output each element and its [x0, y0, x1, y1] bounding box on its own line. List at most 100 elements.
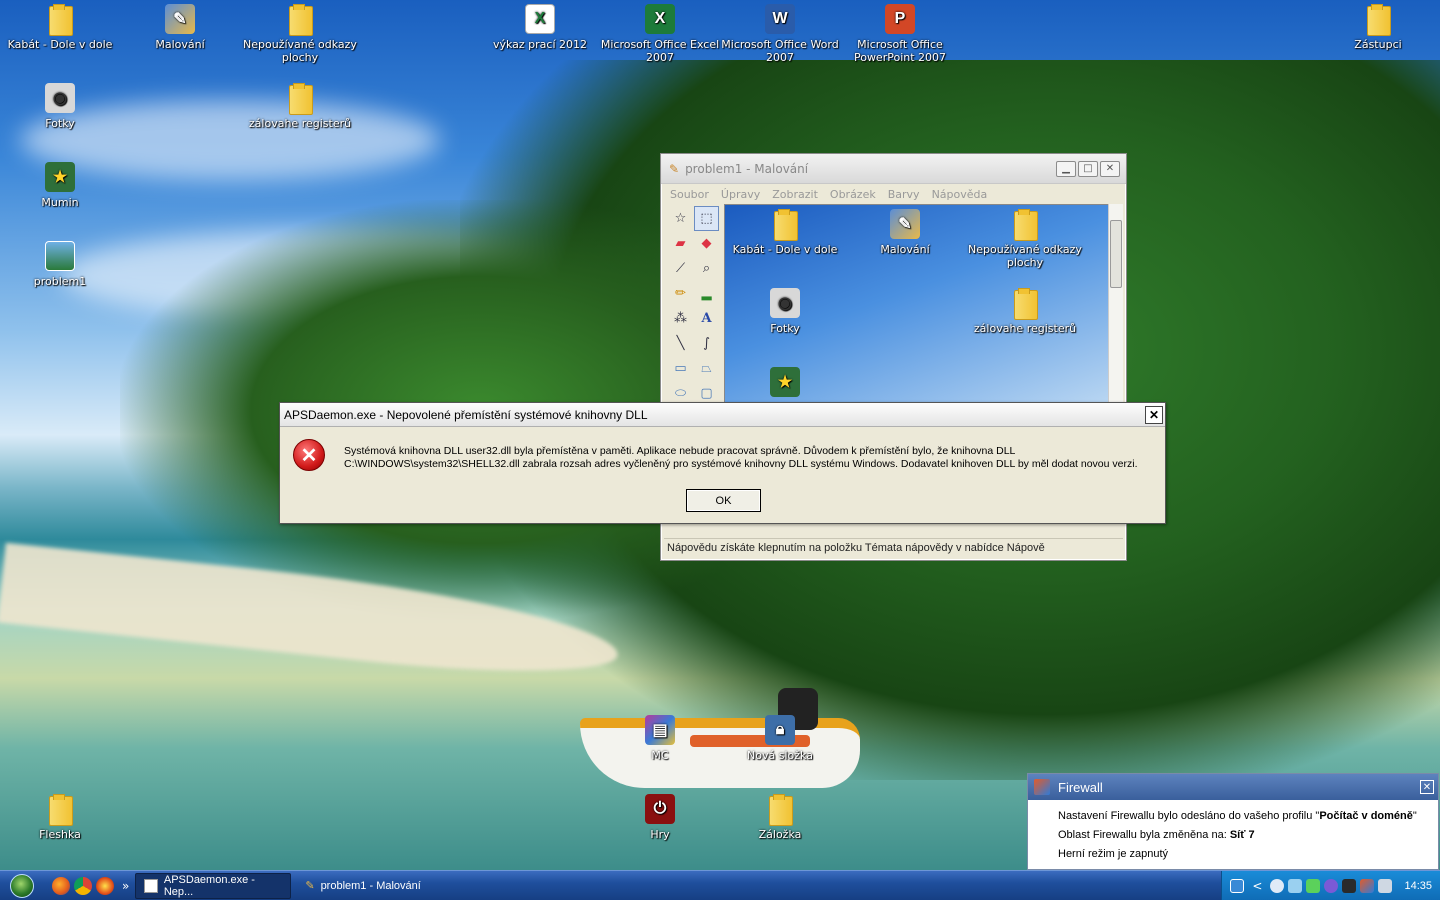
desktop-icon-word[interactable]: W Microsoft Office Word 2007: [720, 4, 840, 64]
desktop-icon-label: Fotky: [45, 117, 75, 130]
desktop-icon-label: zálovahe registerů: [248, 117, 352, 130]
menu-obrazek[interactable]: Obrázek: [830, 188, 876, 201]
taskbar-item-apsdaemon[interactable]: APSDaemon.exe - Nep...: [135, 872, 292, 899]
camera-icon: ◉: [45, 83, 75, 113]
error-dialog-close-button[interactable]: ✕: [1145, 405, 1163, 424]
rectangle-icon[interactable]: ▭: [668, 356, 693, 381]
eraser-icon[interactable]: ▰: [668, 231, 693, 256]
chrome-icon[interactable]: [74, 876, 92, 895]
menu-napoveda[interactable]: Nápověda: [932, 188, 988, 201]
canvas-icon-kabat: Kabát - Dole v dole: [725, 209, 845, 256]
canvas-icon-label: Malování: [880, 243, 930, 256]
desktop-icon-label: Nová složka: [747, 749, 813, 762]
airbrush-icon[interactable]: ⁂: [668, 306, 693, 331]
start-button[interactable]: [0, 871, 44, 900]
excel-file-icon: X: [525, 4, 555, 34]
curve-icon[interactable]: ∫: [694, 331, 719, 356]
canvas-vertical-scrollbar[interactable]: [1108, 204, 1123, 404]
close-button[interactable]: ✕: [1100, 160, 1120, 177]
desktop-icon-zalovahe[interactable]: zálovahe registerů: [240, 83, 360, 130]
desktop-icon-problem1[interactable]: problem1: [0, 241, 120, 288]
tools-icon[interactable]: [1342, 878, 1357, 893]
desktop-icon-kabat[interactable]: Kabát - Dole v dole: [0, 4, 120, 51]
canvas-icon-label: Nepoužívané odkazy plochy: [968, 243, 1082, 269]
polygon-icon[interactable]: ⏢: [694, 356, 719, 381]
desktop-icon-zastupci[interactable]: Zástupci: [1318, 4, 1438, 51]
browser-icon[interactable]: [96, 876, 114, 895]
desktop-icon-nova-slozka[interactable]: 🔒︎ Nová složka: [720, 715, 840, 762]
desktop-icon-label: výkaz prací 2012: [492, 38, 588, 51]
firewall-notification[interactable]: Firewall ✕ Nastavení Firewallu bylo odes…: [1027, 773, 1439, 870]
free-select-icon[interactable]: ☆: [668, 206, 693, 231]
desktop-icon-nepouzivane[interactable]: Nepoužívané odkazy plochy: [240, 4, 360, 64]
paint-toolbox: ☆ ⬚ ▰ ◆ ⟋ ⌕ ✏ ▂ ⁂ A ╲ ∫ ▭ ⏢ ⬭ ▢: [668, 206, 722, 406]
maximize-button[interactable]: □: [1078, 160, 1098, 177]
desktop-icon-mc[interactable]: ▤ MC: [600, 715, 720, 762]
desktop-icon-label: Microsoft Office Excel 2007: [600, 38, 720, 64]
security-icon[interactable]: [1360, 878, 1375, 893]
paint-icon: ✎: [305, 880, 315, 892]
firefox-icon[interactable]: [52, 876, 70, 895]
sync-icon[interactable]: [1324, 878, 1339, 893]
desktop-icon-excel[interactable]: X Microsoft Office Excel 2007: [600, 4, 720, 64]
firewall-close-button[interactable]: ✕: [1420, 780, 1434, 794]
desktop-icon-zalozka[interactable]: Záložka: [720, 794, 840, 841]
lock-folder-icon: 🔒︎: [765, 715, 795, 745]
desktop-icon-hry[interactable]: ⏻ Hry: [600, 794, 720, 841]
scrollbar-thumb[interactable]: [1110, 220, 1122, 288]
error-icon: ✕: [293, 439, 325, 471]
desktop-icon-vykaz[interactable]: X výkaz prací 2012: [480, 4, 600, 51]
brush-icon[interactable]: ▂: [694, 281, 719, 306]
menu-zobrazit[interactable]: Zobrazit: [772, 188, 818, 201]
camera-icon: ◉: [770, 288, 800, 318]
ok-button[interactable]: OK: [686, 489, 761, 512]
powerpoint-icon: P: [885, 4, 915, 34]
error-dialog-titlebar[interactable]: APSDaemon.exe - Nepovolené přemístění sy…: [280, 403, 1165, 427]
firewall-line-gamemode: Herní režim je zapnutý: [1058, 848, 1169, 860]
tray-expand-button[interactable]: <: [1252, 879, 1262, 893]
desktop-icon-label: problem1: [33, 275, 87, 288]
quicklaunch-more-button[interactable]: »: [122, 879, 129, 893]
menu-soubor[interactable]: Soubor: [670, 188, 709, 201]
eyedropper-icon[interactable]: ⟋: [668, 256, 693, 281]
system-tray: < 14:35: [1221, 870, 1440, 900]
speaker-icon[interactable]: [1378, 878, 1393, 893]
paint-canvas[interactable]: Kabát - Dole v dole ✎ Malování Nepoužíva…: [724, 204, 1111, 404]
taskbar: » APSDaemon.exe - Nep... ✎ problem1 - Ma…: [0, 870, 1440, 900]
excel-icon: X: [645, 4, 675, 34]
star-icon: ★: [45, 162, 75, 192]
paint-titlebar[interactable]: ✎ problem1 - Malování ▁ □ ✕: [661, 154, 1126, 184]
image-icon: [45, 241, 75, 271]
line-icon[interactable]: ╲: [668, 331, 693, 356]
desktop-icon-label: Kabát - Dole v dole: [7, 38, 113, 51]
desktop-icon-fleshka[interactable]: Fleshka: [0, 794, 120, 841]
desktop-icon-mumin[interactable]: ★ Mumin: [0, 162, 120, 209]
desktop-icon-malovani[interactable]: ✎ Malování: [120, 4, 240, 51]
paint-icon: ✎: [165, 4, 195, 34]
monitor-icon[interactable]: [1288, 878, 1303, 893]
network-icon[interactable]: [1230, 878, 1245, 893]
canvas-icon-mumin: ★: [725, 367, 845, 401]
folder-icon: [287, 83, 313, 115]
search-icon[interactable]: [1270, 878, 1285, 893]
error-dialog[interactable]: APSDaemon.exe - Nepovolené přemístění sy…: [279, 402, 1166, 524]
menu-upravy[interactable]: Úpravy: [721, 188, 760, 201]
pencil-icon[interactable]: ✏: [668, 281, 693, 306]
taskbar-item-paint[interactable]: ✎ problem1 - Malování: [297, 873, 445, 899]
error-message-line-2: C:\WINDOWS\system32\SHELL32.dll zabrala …: [344, 458, 1138, 470]
clock[interactable]: 14:35: [1404, 880, 1432, 892]
magnifier-icon[interactable]: ⌕: [694, 256, 719, 281]
menu-barvy[interactable]: Barvy: [888, 188, 920, 201]
desktop-icon-label: Microsoft Office PowerPoint 2007: [853, 38, 947, 64]
desktop-icon-label: Zástupci: [1354, 38, 1402, 51]
desktop-icon-fotky[interactable]: ◉ Fotky: [0, 83, 120, 130]
minimize-button[interactable]: ▁: [1056, 160, 1076, 177]
rect-select-icon[interactable]: ⬚: [694, 206, 719, 231]
desktop-icon-powerpoint[interactable]: P Microsoft Office PowerPoint 2007: [840, 4, 960, 64]
firewall-icon: [1034, 779, 1050, 795]
messenger-icon[interactable]: [1306, 878, 1321, 893]
desktop-icon-label: Hry: [650, 828, 670, 841]
desktop-icon-label: Nepoužívané odkazy plochy: [243, 38, 357, 64]
text-icon[interactable]: A: [694, 306, 719, 331]
fill-icon[interactable]: ◆: [694, 231, 719, 256]
